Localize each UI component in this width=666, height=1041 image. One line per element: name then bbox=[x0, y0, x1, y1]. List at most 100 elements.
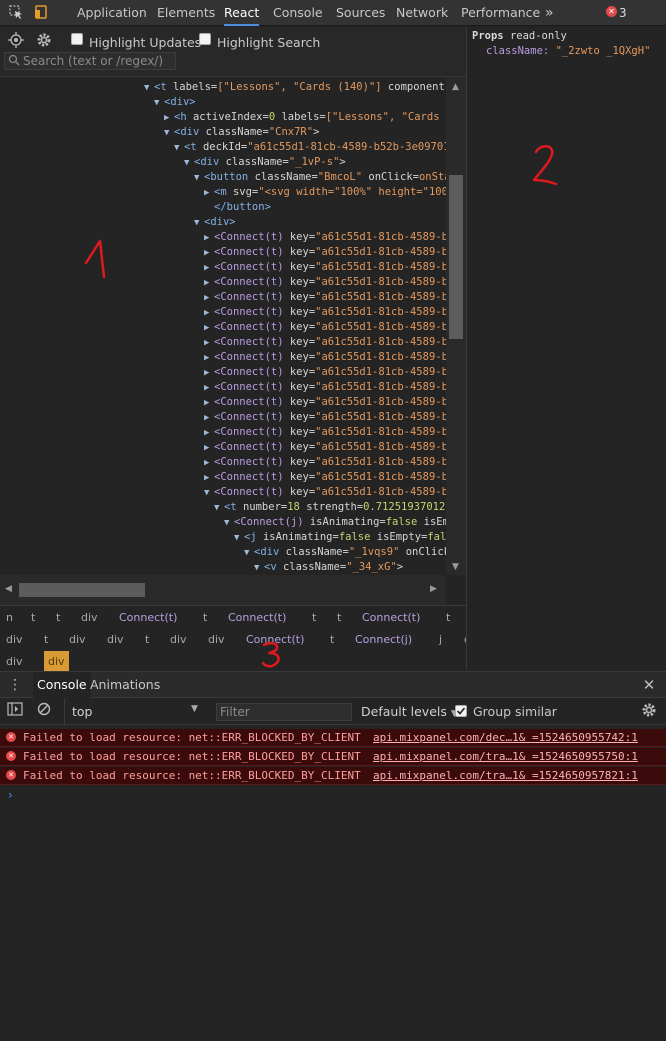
error-icon[interactable]: ✕ bbox=[606, 6, 617, 17]
tree-row-toggle-icon[interactable]: ▶ bbox=[204, 396, 214, 411]
breadcrumb-item[interactable]: div bbox=[81, 607, 98, 628]
breadcrumb-item[interactable]: n bbox=[6, 607, 13, 628]
breadcrumb-item[interactable]: Connect(t) bbox=[119, 607, 177, 628]
breadcrumb-item[interactable]: Connect(t) bbox=[362, 607, 420, 628]
tree-horizontal-scrollbar[interactable]: ◀ ▶ bbox=[0, 575, 446, 605]
filter-input[interactable] bbox=[216, 703, 352, 721]
tree-row-toggle-icon[interactable]: ▼ bbox=[184, 156, 194, 171]
tree-row[interactable]: ▼ <div> bbox=[194, 215, 236, 230]
tree-row[interactable]: ▼ <div className="_1vP-s"> bbox=[184, 155, 346, 170]
tree-row[interactable]: ▶<Connect(t) key="a61c55d1-81cb-4589-b52 bbox=[204, 305, 446, 320]
search-input[interactable] bbox=[23, 53, 173, 69]
tree-row[interactable]: ▼<Connect(t) key="a61c55d1-81cb-4589-b52 bbox=[204, 485, 446, 500]
breadcrumb-item[interactable]: j bbox=[439, 629, 442, 650]
tree-row[interactable]: ▼ <div className="Cnx7R"> bbox=[164, 125, 319, 140]
toggle-sidebar-icon[interactable] bbox=[6, 702, 24, 720]
tree-row-toggle-icon[interactable]: ▼ bbox=[144, 81, 154, 96]
tree-row[interactable]: ▶<Connect(t) key="a61c55d1-81cb-4589-b52 bbox=[204, 290, 446, 305]
tab-application[interactable]: Application bbox=[77, 0, 147, 26]
tree-row-toggle-icon[interactable]: ▶ bbox=[164, 111, 174, 126]
vertical-scroll-thumb[interactable] bbox=[449, 175, 463, 339]
clear-console-icon[interactable] bbox=[35, 702, 53, 720]
tree-row[interactable]: ▶<Connect(t) key="a61c55d1-81cb-4589-b52 bbox=[204, 350, 446, 365]
breadcrumb-item[interactable]: t bbox=[330, 629, 334, 650]
tree-row-toggle-icon[interactable]: ▶ bbox=[204, 186, 214, 201]
tree-row-toggle-icon[interactable]: ▶ bbox=[204, 471, 214, 486]
tree-row[interactable]: ▶<Connect(t) key="a61c55d1-81cb-4589-b52 bbox=[204, 380, 446, 395]
tree-row-toggle-icon[interactable]: ▼ bbox=[214, 501, 224, 516]
tree-row-toggle-icon[interactable]: ▼ bbox=[204, 486, 214, 501]
tree-row[interactable]: ▶<Connect(t) key="a61c55d1-81cb-4589-b52 bbox=[204, 395, 446, 410]
scroll-right-icon[interactable]: ▶ bbox=[430, 584, 437, 594]
breadcrumb-item[interactable]: t bbox=[446, 607, 450, 628]
tree-row-toggle-icon[interactable]: ▼ bbox=[174, 141, 184, 156]
breadcrumb-item[interactable]: t bbox=[203, 607, 207, 628]
tree-row[interactable]: ▶<Connect(t) key="a61c55d1-81cb-4589-b52 bbox=[204, 335, 446, 350]
drawer-tab-animations[interactable]: Animations bbox=[90, 672, 160, 698]
tree-row[interactable]: ▼ <t deckId="a61c55d1-81cb-4589-b52b-3e09… bbox=[174, 140, 446, 155]
tab-performance[interactable]: Performance bbox=[461, 0, 540, 26]
tree-row-toggle-icon[interactable]: ▼ bbox=[254, 561, 264, 575]
source-link[interactable]: api.mixpanel.com/tra…1& =1524650957821:1 bbox=[373, 767, 638, 784]
tree-row[interactable]: ▶<Connect(t) key="a61c55d1-81cb-4589-b52 bbox=[204, 230, 446, 245]
tree-row-toggle-icon[interactable]: ▶ bbox=[204, 246, 214, 261]
tree-row[interactable]: </button> bbox=[204, 200, 271, 215]
tree-row[interactable]: ▶<Connect(t) key="a61c55d1-81cb-4589-b52 bbox=[204, 365, 446, 380]
tab-react[interactable]: React bbox=[224, 0, 260, 26]
tree-row[interactable]: ▶<Connect(t) key="a61c55d1-81cb-4589-b52 bbox=[204, 245, 446, 260]
source-link[interactable]: api.mixpanel.com/dec…1& =1524650955742:1 bbox=[373, 729, 638, 746]
tree-row-toggle-icon[interactable]: ▶ bbox=[204, 456, 214, 471]
tree-vertical-scrollbar[interactable]: ▲ ▼ bbox=[446, 78, 466, 575]
tree-row-toggle-icon[interactable]: ▶ bbox=[204, 231, 214, 246]
tree-row[interactable]: ▶<Connect(t) key="a61c55d1-81cb-4589-b52 bbox=[204, 260, 446, 275]
breadcrumb-item[interactable]: t bbox=[337, 607, 341, 628]
tree-row[interactable]: ▶ <h activeIndex=0 labels=["Lessons", "Ca… bbox=[164, 110, 446, 125]
gear-icon[interactable] bbox=[35, 32, 53, 50]
tree-row-toggle-icon[interactable]: ▶ bbox=[204, 261, 214, 276]
tree-row[interactable]: ▶<Connect(t) key="a61c55d1-81cb-4589-b52 bbox=[204, 320, 446, 335]
tree-row-toggle-icon[interactable]: ▶ bbox=[204, 306, 214, 321]
tab-sources[interactable]: Sources bbox=[336, 0, 385, 26]
tree-row[interactable]: ▼ <div> bbox=[154, 95, 196, 110]
tree-row[interactable]: ▶<Connect(t) key="a61c55d1-81cb-4589-b52 bbox=[204, 410, 446, 425]
levels-select[interactable]: Default levels ▼ bbox=[361, 704, 458, 719]
breadcrumb-item[interactable]: t bbox=[31, 607, 35, 628]
scroll-up-icon[interactable]: ▲ bbox=[452, 82, 459, 92]
tree-row[interactable]: ▼<Connect(j) isAnimating=false isEmpty bbox=[224, 515, 446, 530]
prop-value[interactable]: "_2zwto _1QXgH" bbox=[556, 45, 651, 57]
breadcrumb-item[interactable]: div bbox=[44, 651, 69, 672]
scroll-down-icon[interactable]: ▼ bbox=[452, 562, 459, 572]
tree-row[interactable]: ▼ <v className="_34_xG"> bbox=[254, 560, 403, 575]
tree-row-toggle-icon[interactable]: ▶ bbox=[204, 351, 214, 366]
tree-row[interactable]: ▼<t number=18 strength=0.7125193701210 bbox=[214, 500, 446, 515]
breadcrumb-item[interactable]: div bbox=[6, 629, 23, 650]
tree-row-toggle-icon[interactable]: ▶ bbox=[204, 276, 214, 291]
highlight-search-checkbox[interactable] bbox=[199, 33, 211, 45]
tree-row-toggle-icon[interactable]: ▶ bbox=[204, 291, 214, 306]
scroll-left-icon[interactable]: ◀ bbox=[5, 584, 12, 594]
tree-row-toggle-icon[interactable]: ▶ bbox=[204, 321, 214, 336]
tree-row[interactable]: ▼<button className="BmcoL" onClick=onSta… bbox=[194, 170, 446, 185]
crosshair-icon[interactable] bbox=[7, 32, 25, 50]
tree-row-toggle-icon[interactable]: ▶ bbox=[204, 426, 214, 441]
console-prompt[interactable]: › bbox=[8, 788, 13, 802]
console-settings-gear-icon[interactable] bbox=[640, 702, 658, 720]
tree-row-toggle-icon[interactable]: ▶ bbox=[204, 411, 214, 426]
tree-row-toggle-icon[interactable]: ▼ bbox=[164, 126, 174, 141]
tree-row-toggle-icon[interactable]: ▶ bbox=[204, 381, 214, 396]
tree-row-toggle-icon[interactable]: ▼ bbox=[154, 96, 164, 111]
drawer-menu-icon[interactable]: ⋮ bbox=[6, 676, 24, 694]
breadcrumb-item[interactable]: t bbox=[145, 629, 149, 650]
tree-row-toggle-icon[interactable]: ▶ bbox=[204, 336, 214, 351]
tree-row[interactable]: ▶<Connect(t) key="a61c55d1-81cb-4589-b52 bbox=[204, 455, 446, 470]
breadcrumb-item[interactable]: t bbox=[312, 607, 316, 628]
tab-console[interactable]: Console bbox=[273, 0, 323, 26]
tree-row-toggle-icon[interactable]: ▶ bbox=[204, 441, 214, 456]
breadcrumb-item[interactable]: t bbox=[56, 607, 60, 628]
tab-elements[interactable]: Elements bbox=[157, 0, 215, 26]
horizontal-scroll-thumb[interactable] bbox=[19, 583, 145, 597]
breadcrumb-item[interactable]: div bbox=[208, 629, 225, 650]
prop-row[interactable]: className: "_2zwto _1QXgH" bbox=[486, 45, 650, 57]
tree-row[interactable]: ▶<Connect(t) key="a61c55d1-81cb-4589-b52 bbox=[204, 470, 446, 485]
tree-row-toggle-icon[interactable]: ▼ bbox=[244, 546, 254, 561]
